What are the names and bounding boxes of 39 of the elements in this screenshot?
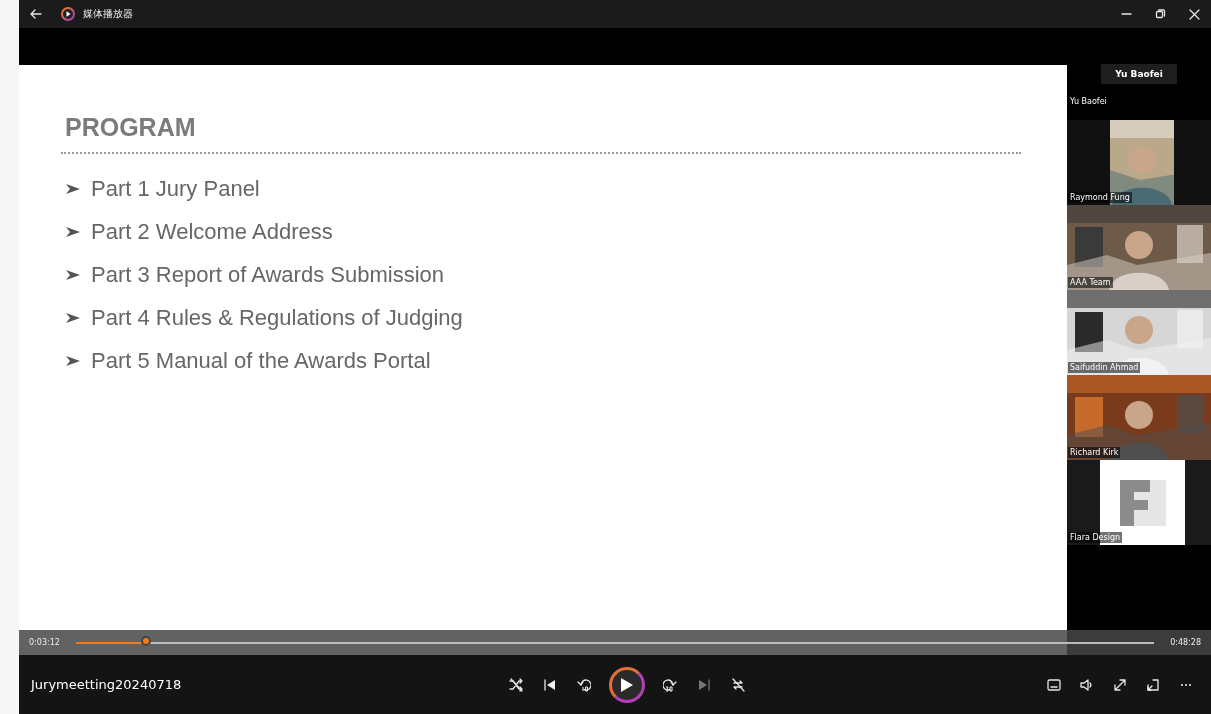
app-logo-icon (61, 7, 75, 21)
arrowhead-icon (65, 181, 81, 196)
speaker-icon (1080, 677, 1094, 692)
agenda-item: Part 1 Jury Panel (91, 175, 260, 202)
agenda-item: Part 2 Welcome Address (91, 218, 333, 245)
slide-heading: PROGRAM (65, 113, 196, 142)
total-time: 0:48:28 (1170, 638, 1201, 647)
agenda-item: Part 5 Manual of the Awards Portal (91, 347, 431, 374)
media-title: Jurymeetting20240718 (31, 677, 183, 692)
agenda-item: Part 3 Report of Awards Submission (91, 261, 444, 288)
participant-name: AAA Team (1068, 277, 1113, 288)
window-title: 媒体播放器 (83, 7, 133, 21)
elapsed-time: 0:03:12 (29, 638, 60, 647)
agenda-item: Part 4 Rules & Regulations of Judging (91, 304, 463, 331)
play-icon (620, 676, 634, 693)
participant-name: Yu Baofei (1068, 96, 1109, 107)
arrowhead-icon (65, 267, 81, 282)
arrowhead-icon (65, 224, 81, 239)
shuffle-icon (509, 677, 523, 692)
logo-drawing (1117, 477, 1168, 528)
more-icon (1180, 683, 1192, 686)
skip-back-icon (543, 677, 557, 692)
arrowhead-icon (65, 353, 81, 368)
forward-30-icon (663, 677, 677, 692)
back-arrow-icon (30, 9, 42, 19)
restore-icon (1154, 8, 1166, 20)
participant-name: Richard Kirk (1068, 447, 1121, 458)
expand-icon (1113, 677, 1127, 692)
speaker-name: Yu Baofei (1101, 64, 1177, 84)
close-icon (1188, 8, 1200, 20)
arrowhead-icon (65, 310, 81, 325)
repeat-icon (731, 677, 745, 692)
participant-name: Saifuddin Ahmad (1068, 362, 1141, 373)
miniplayer-icon (1146, 677, 1160, 692)
rewind-10-icon (577, 677, 591, 692)
skip-forward-icon (697, 677, 711, 692)
play-button[interactable] (609, 666, 645, 703)
subtitles-icon (1047, 677, 1061, 692)
seek-thumb[interactable] (141, 635, 152, 646)
